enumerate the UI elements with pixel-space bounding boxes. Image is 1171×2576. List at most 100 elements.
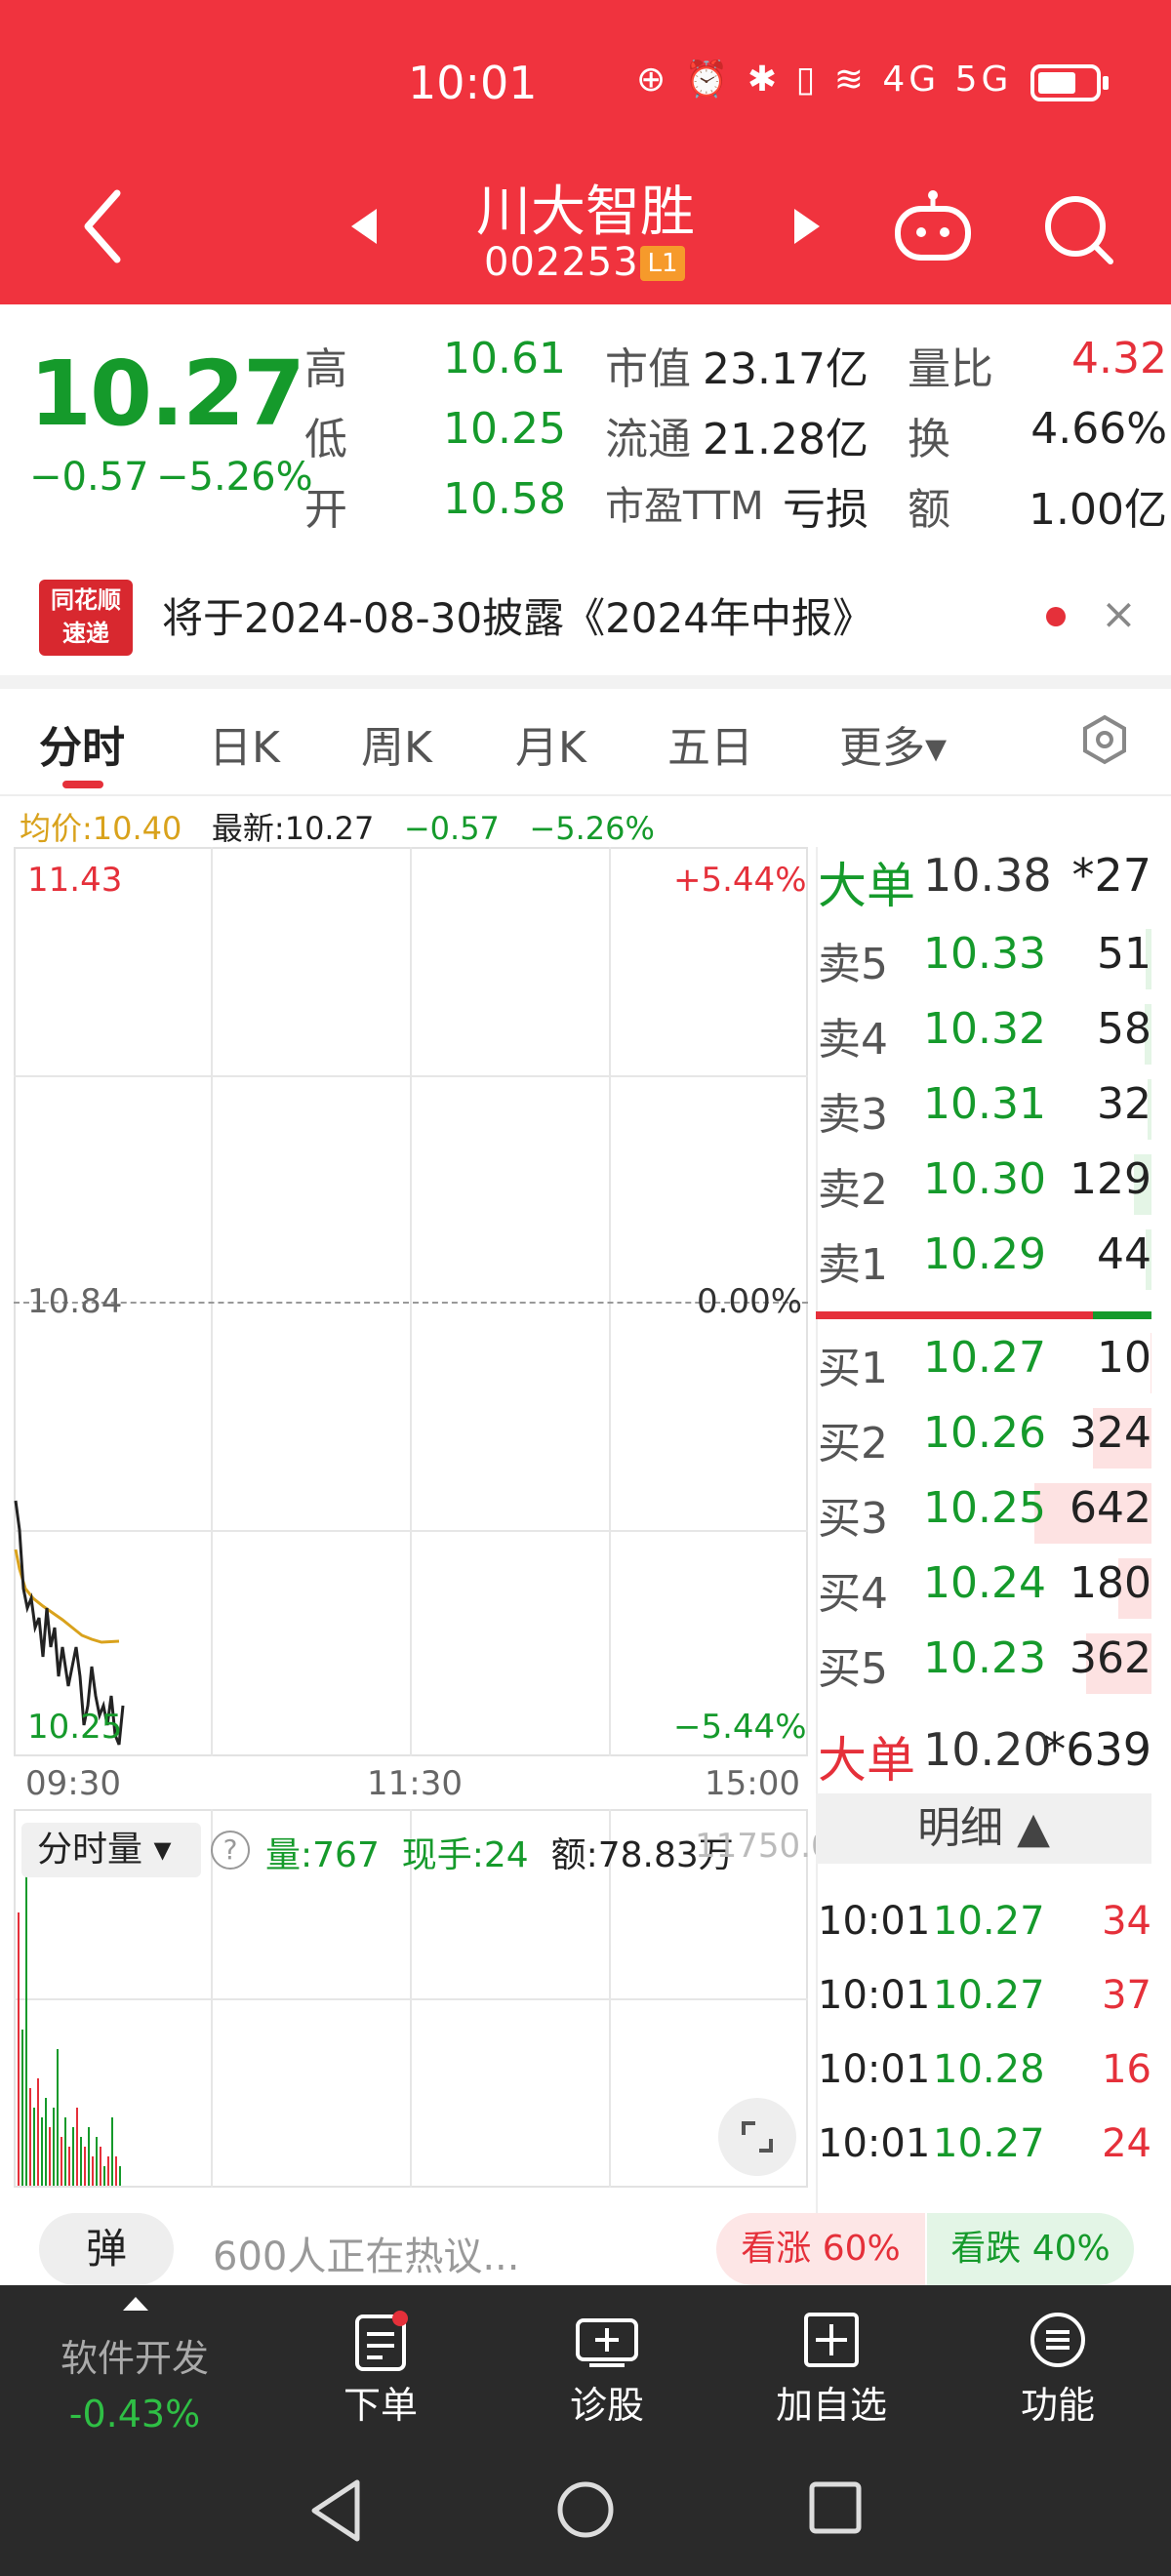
volume-type-dropdown[interactable]: 分时量 ▾ [21,1823,201,1877]
detail-vol: 34 [1102,1899,1151,1944]
orderbook-divider-green [1093,1311,1151,1319]
bid-price: 10.26 [923,1408,1046,1458]
sector-name[interactable]: 软件开发 [37,2328,232,2382]
mktcap-label: 市值 [605,344,691,394]
notice-close-button[interactable]: × [1101,589,1137,639]
help-icon[interactable]: ? [211,1831,250,1870]
big-sell-price: 10.38 [923,849,1052,902]
detail-time: 10:01 [818,2121,931,2166]
bid-vol: 324 [1070,1408,1151,1458]
nav-home-icon[interactable] [554,2478,617,2541]
danmu-button[interactable]: 弹 [39,2213,174,2285]
diagnose-label[interactable]: 诊股 [509,2375,705,2429]
volume-current-hand: 现手:24 [401,1835,529,1875]
discussion-text[interactable]: 600人正在热议... [213,2225,520,2281]
expand-chart-button[interactable] [718,2098,796,2176]
pct-axis-high: +5.44% [673,861,807,900]
bid-vol: 362 [1070,1633,1151,1683]
volratio-label: 量比 [908,344,993,394]
status-icons: ⊕ ⏰ ✱ ▯ ≋ 4G 5G [636,60,1013,100]
bid-vol: 642 [1070,1483,1151,1533]
bid-lbl: 买5 [818,1644,888,1694]
active-tab-underline [62,781,103,788]
current-price: 10.27 [29,342,305,446]
high-value: 10.61 [443,334,566,383]
tab-more[interactable]: 更多▾ [839,712,947,775]
settings-icon[interactable] [1079,714,1130,765]
notice-dot [1046,607,1066,626]
high-label: 高 [304,344,347,394]
ask-lbl: 卖3 [818,1090,888,1140]
pe-label: 市盈TTM [605,484,764,529]
low-label: 低 [304,415,347,464]
expand-icon [742,2121,773,2153]
detail-price: 10.27 [933,1973,1045,2018]
tab-daily-k[interactable]: 日K [209,712,280,775]
ask-price: 10.31 [923,1079,1046,1129]
price-lines [14,1500,125,1746]
bid-price: 10.24 [923,1558,1046,1608]
mktcap-value: 23.17亿 [703,344,868,394]
big-sell-volume: *27 [1071,849,1151,902]
add-watchlist-label[interactable]: 加自选 [734,2375,929,2429]
ask-vol: 32 [1097,1079,1151,1129]
ask-price: 10.33 [923,929,1046,979]
amount-label: 额 [908,485,950,535]
latest-price: 最新:10.27 [211,810,375,847]
battery-icon [1030,64,1101,101]
diagnose-icon[interactable] [574,2314,640,2369]
ask-vol: 58 [1097,1004,1151,1054]
section-divider [0,675,1171,689]
notice-text[interactable]: 将于2024-08-30披露《2024年中报》 [162,585,873,645]
ask-price: 10.29 [923,1229,1046,1279]
detail-price: 10.27 [933,2121,1045,2166]
detail-tab[interactable]: 明细 ▲ [816,1793,1151,1864]
order-label[interactable]: 下单 [283,2375,478,2429]
notice-logo-top: 同花顺 [51,586,121,614]
nav-recents-icon[interactable] [806,2478,865,2537]
sector-expand-icon[interactable] [121,2295,150,2313]
function-menu-icon[interactable] [1027,2309,1089,2371]
tab-intraday[interactable]: 分时 [39,712,125,775]
price-change-pct: −5.26% [156,455,313,500]
bid-lbl: 买1 [818,1344,888,1393]
detail-time: 10:01 [818,1899,931,1944]
ask-price: 10.32 [923,1004,1046,1054]
open-label: 开 [304,485,347,535]
y-axis-low: 10.25 [27,1708,123,1747]
bid-lbl: 买2 [818,1419,888,1469]
ask-lbl: 卖4 [818,1015,888,1065]
tab-monthly-k[interactable]: 月K [515,712,586,775]
bid-vol: 10 [1097,1333,1151,1383]
volratio-value: 4.32 [1071,334,1167,383]
x-axis-mid: 11:30 [367,1764,463,1803]
bid-price: 10.27 [923,1333,1046,1383]
volume-type-label: 分时量 [37,1830,143,1870]
ask-lbl: 卖2 [818,1165,888,1215]
stock-code: 002253 [484,240,639,285]
nav-back-icon[interactable] [306,2476,365,2545]
intraday-info-line: 均价:10.40 最新:10.27 −0.57 −5.26% [20,804,655,849]
search-icon[interactable] [1040,191,1118,269]
y-axis-mid: 10.84 [27,1282,123,1321]
price-change: −0.57 [29,455,149,500]
ask-price: 10.30 [923,1154,1046,1204]
tab-five-day[interactable]: 五日 [667,712,753,775]
volume-info: 量:767 现手:24 额:78.83万 [265,1827,734,1877]
float-value: 21.28亿 [703,415,868,464]
turnover-label: 换 [908,415,950,464]
big-buy-volume: *639 [1043,1723,1151,1776]
robot-icon[interactable] [892,187,974,265]
detail-time: 10:01 [818,1973,931,2018]
x-axis-end: 15:00 [705,1764,800,1803]
latest-pct: −5.26% [529,810,655,847]
tab-divider [0,794,1171,796]
function-label[interactable]: 功能 [960,2375,1155,2429]
add-watchlist-icon[interactable] [802,2311,861,2369]
tab-weekly-k[interactable]: 周K [361,712,432,775]
vote-fall-button[interactable]: 看跌 40% [927,2213,1134,2285]
order-icon[interactable] [353,2311,412,2373]
x-axis-start: 09:30 [25,1764,121,1803]
vote-rise-button[interactable]: 看涨 60% [716,2213,925,2285]
detail-price: 10.27 [933,1899,1045,1944]
